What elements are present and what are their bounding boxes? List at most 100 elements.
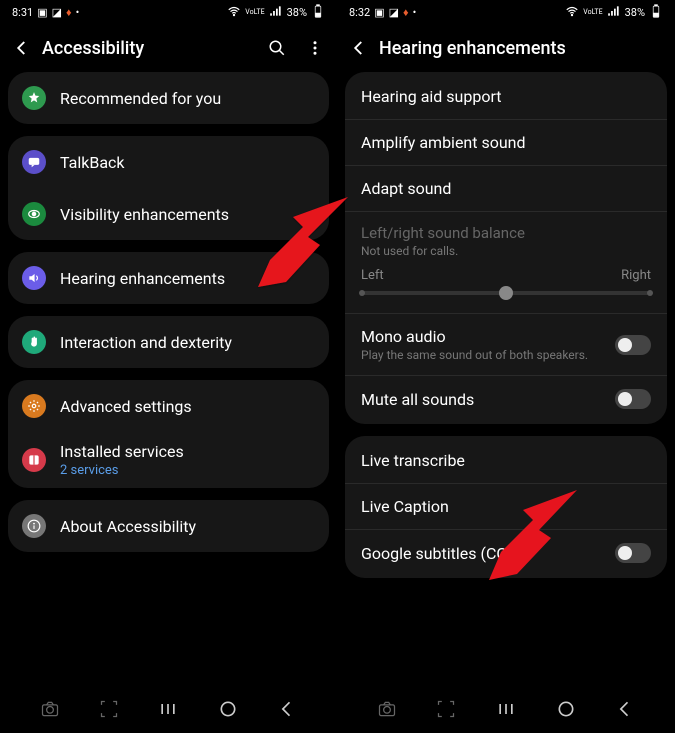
qr-icon[interactable]: [97, 697, 121, 721]
row-label: Advanced settings: [60, 397, 315, 416]
row-label: Mono audio: [361, 327, 615, 346]
status-icon-wifi: [227, 4, 241, 21]
search-icon[interactable]: [267, 38, 287, 58]
page-title: Accessibility: [42, 38, 267, 59]
status-icon-dot: •: [413, 6, 417, 19]
status-icon-gallery: ▣: [37, 6, 47, 19]
gear-icon: [22, 394, 46, 418]
row-mono-audio[interactable]: Mono audio Play the same sound out of bo…: [345, 314, 667, 376]
row-talkback[interactable]: TalkBack: [8, 136, 329, 188]
row-amplify-ambient[interactable]: Amplify ambient sound: [345, 120, 667, 166]
toggle-mute-all[interactable]: [615, 389, 651, 409]
row-label: Installed services: [60, 442, 315, 461]
status-bar: 8:31 ▣ ◪ ♦ • VoLTE 38%: [0, 0, 337, 24]
hearing-settings-list: Hearing aid support Amplify ambient soun…: [337, 72, 675, 685]
status-time: 8:32: [349, 6, 370, 19]
status-battery-pct: 38%: [287, 6, 307, 19]
status-icon-app: ◪: [389, 6, 399, 19]
row-adapt-sound[interactable]: Adapt sound: [345, 166, 667, 212]
status-icon-gallery: ▣: [374, 6, 384, 19]
settings-group: Advanced settings Installed services 2 ser…: [8, 380, 329, 488]
hearing-card-captions: Live transcribe Live Caption Google subt…: [345, 436, 667, 578]
qr-icon[interactable]: [434, 697, 458, 721]
row-mute-all-sounds[interactable]: Mute all sounds: [345, 376, 667, 422]
row-visibility-enhancements[interactable]: Visibility enhancements: [8, 188, 329, 240]
title-bar: Accessibility: [0, 24, 337, 72]
row-google-subtitles[interactable]: Google subtitles (CC): [345, 530, 667, 576]
balance-title: Left/right sound balance: [361, 224, 651, 242]
recent-apps-button[interactable]: [156, 697, 180, 721]
balance-left-label: Left: [361, 268, 384, 283]
status-icon-app: ◪: [52, 6, 62, 19]
row-hearing-enhancements[interactable]: Hearing enhancements: [8, 252, 329, 304]
box-icon: [22, 448, 46, 472]
home-button[interactable]: [554, 697, 578, 721]
settings-group: Recommended for you: [8, 72, 329, 124]
balance-right-label: Right: [621, 268, 651, 283]
settings-list: Recommended for you TalkBack Visibility en…: [0, 72, 337, 685]
slider-min-dot: [359, 290, 365, 296]
recent-apps-button[interactable]: [494, 697, 518, 721]
row-hearing-aid-support[interactable]: Hearing aid support: [345, 74, 667, 120]
balance-subtitle: Not used for calls.: [361, 244, 651, 258]
info-icon: [22, 514, 46, 538]
row-label: Google subtitles (CC): [361, 544, 615, 563]
status-icon-wifi: [565, 4, 579, 21]
row-live-transcribe[interactable]: Live transcribe: [345, 438, 667, 484]
row-about-accessibility[interactable]: About Accessibility: [8, 500, 329, 552]
slider-max-dot: [647, 290, 653, 296]
phone-screen-hearing: 8:32 ▣ ◪ ♦ • VoLTE 38%: [337, 0, 675, 733]
status-icon-flame: ♦: [403, 6, 409, 19]
title-bar: Hearing enhancements: [337, 24, 675, 72]
row-label: Recommended for you: [60, 89, 315, 108]
row-label: Hearing aid support: [361, 87, 651, 106]
row-label: Adapt sound: [361, 179, 651, 198]
row-label: Live Caption: [361, 497, 651, 516]
system-nav-bar: [337, 685, 675, 733]
status-time: 8:31: [12, 6, 33, 19]
settings-group: TalkBack Visibility enhancements: [8, 136, 329, 240]
status-icon-dot: •: [76, 6, 80, 19]
settings-group: Hearing enhancements: [8, 252, 329, 304]
row-recommended-for-you[interactable]: Recommended for you: [8, 72, 329, 124]
back-nav-button[interactable]: [275, 697, 299, 721]
status-icon-signal: [269, 4, 283, 21]
status-battery-pct: 38%: [625, 6, 645, 19]
slider-thumb[interactable]: [499, 286, 513, 300]
phone-screen-accessibility: 8:31 ▣ ◪ ♦ • VoLTE 38%: [0, 0, 337, 733]
more-icon[interactable]: [305, 38, 325, 58]
camera-icon[interactable]: [38, 697, 62, 721]
back-button[interactable]: [12, 38, 32, 58]
row-label: Visibility enhancements: [60, 205, 315, 224]
row-live-caption[interactable]: Live Caption: [345, 484, 667, 530]
row-sound-balance[interactable]: Left/right sound balance Not used for ca…: [345, 212, 667, 314]
home-button[interactable]: [216, 697, 240, 721]
row-installed-services[interactable]: Installed services 2 services: [8, 432, 329, 488]
chat-icon: [22, 150, 46, 174]
camera-icon[interactable]: [375, 697, 399, 721]
back-button[interactable]: [349, 38, 369, 58]
settings-group: About Accessibility: [8, 500, 329, 552]
hand-icon: [22, 330, 46, 354]
page-title: Hearing enhancements: [379, 38, 663, 59]
back-nav-button[interactable]: [613, 697, 637, 721]
eye-icon: [22, 202, 46, 226]
row-label: About Accessibility: [60, 517, 315, 536]
row-sub: 2 services: [60, 463, 315, 478]
row-advanced-settings[interactable]: Advanced settings: [8, 380, 329, 432]
settings-group: Interaction and dexterity: [8, 316, 329, 368]
row-label: Mute all sounds: [361, 390, 615, 409]
status-icon-battery: [311, 4, 325, 21]
status-lte-label: VoLTE: [583, 9, 602, 16]
row-label: TalkBack: [60, 153, 315, 172]
balance-slider[interactable]: [361, 291, 651, 295]
row-label: Live transcribe: [361, 451, 651, 470]
toggle-google-subtitles[interactable]: [615, 543, 651, 563]
status-lte-label: VoLTE: [245, 9, 264, 16]
row-label: Hearing enhancements: [60, 269, 315, 288]
toggle-mono-audio[interactable]: [615, 335, 651, 355]
hearing-card-main: Hearing aid support Amplify ambient soun…: [345, 72, 667, 424]
row-label: Interaction and dexterity: [60, 333, 315, 352]
row-label: Amplify ambient sound: [361, 133, 651, 152]
row-interaction-and-dexterity[interactable]: Interaction and dexterity: [8, 316, 329, 368]
